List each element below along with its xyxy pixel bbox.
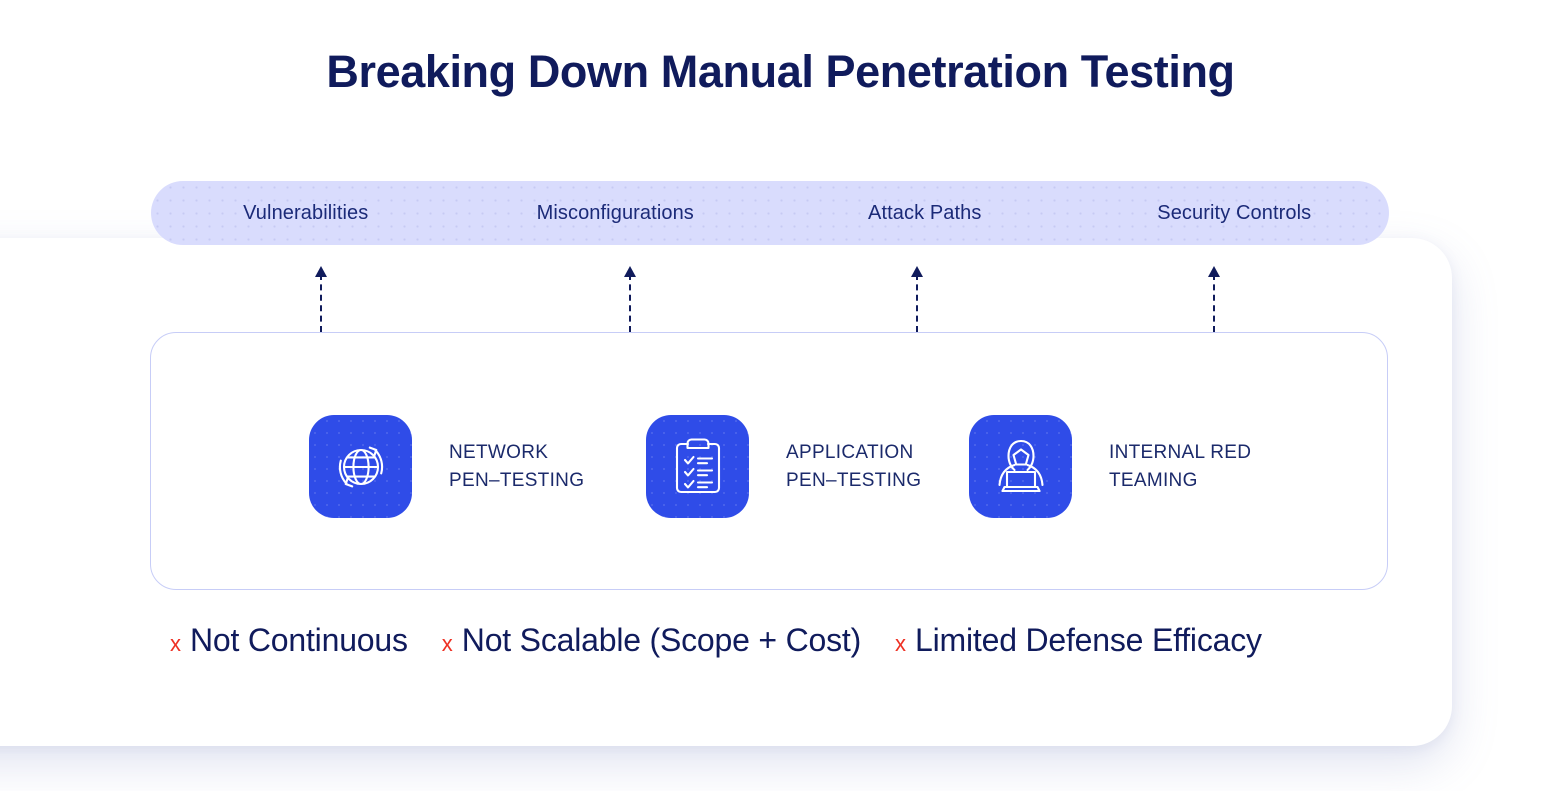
limitation-limited-defense-efficacy: x Limited Defense Efficacy — [895, 624, 1262, 657]
service-label: INTERNAL RED TEAMING — [1109, 441, 1252, 491]
arrow-shaft — [916, 274, 918, 332]
arrow-shaft — [1213, 274, 1215, 332]
arrow-to-misconfigurations-icon — [624, 266, 636, 332]
clipboard-checklist-icon — [646, 415, 749, 518]
x-mark-icon: x — [441, 631, 453, 656]
banner-item-security-controls: Security Controls — [1157, 201, 1312, 224]
service-label: APPLICATION PEN–TESTING — [786, 441, 922, 491]
infographic-canvas: Breaking Down Manual Penetration Testing… — [0, 0, 1561, 791]
banner-item-vulnerabilities: Vulnerabilities — [243, 201, 369, 224]
hooded-hacker-laptop-icon — [969, 415, 1072, 518]
page-title: Breaking Down Manual Penetration Testing — [326, 46, 1235, 97]
limitation-label: Not Continuous — [190, 622, 408, 658]
limitation-label: Limited Defense Efficacy — [915, 622, 1262, 658]
arrow-to-security-controls-icon — [1208, 266, 1220, 332]
outcomes-banner: Vulnerabilities Misconfigurations Attack… — [151, 181, 1389, 245]
limitation-not-continuous: x Not Continuous — [170, 624, 408, 657]
service-application-pen-testing: APPLICATION PEN–TESTING — [646, 415, 921, 518]
arrow-shaft — [320, 274, 322, 332]
service-network-pen-testing: NETWORK PEN–TESTING — [309, 415, 584, 518]
service-label: NETWORK PEN–TESTING — [449, 441, 585, 491]
arrow-to-attack-paths-icon — [911, 266, 923, 332]
limitations-row: x Not Continuous x Not Scalable (Scope +… — [170, 624, 1262, 657]
arrow-shaft — [629, 274, 631, 332]
banner-item-misconfigurations: Misconfigurations — [536, 201, 694, 224]
x-mark-icon: x — [895, 631, 907, 656]
service-internal-red-teaming: INTERNAL RED TEAMING — [969, 415, 1251, 518]
x-mark-icon: x — [170, 631, 181, 656]
arrow-to-vulnerabilities-icon — [315, 266, 327, 332]
globe-refresh-icon — [309, 415, 412, 518]
limitation-label: Not Scalable (Scope + Cost) — [461, 622, 862, 658]
limitation-not-scalable: x Not Scalable (Scope + Cost) — [442, 624, 861, 657]
banner-item-attack-paths: Attack Paths — [868, 201, 982, 224]
